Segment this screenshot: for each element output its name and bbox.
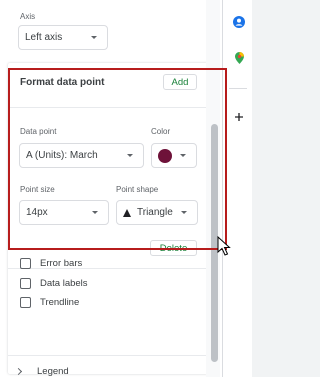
data-labels-label: Data labels [40, 278, 88, 289]
legend-section-header[interactable]: Legend [8, 366, 69, 377]
maps-pin-icon[interactable] [235, 52, 244, 64]
axis-select-value: Left axis [25, 32, 63, 43]
data-labels-option[interactable]: Data labels [20, 278, 88, 289]
highlight-box [8, 68, 227, 250]
error-bars-option[interactable]: Error bars [20, 258, 82, 269]
axis-select[interactable]: Left axis [18, 25, 108, 50]
error-bars-label: Error bars [40, 258, 83, 269]
trendline-option[interactable]: Trendline [20, 297, 79, 308]
dropdown-arrow-icon [91, 36, 97, 39]
divider [8, 355, 208, 356]
trendline-checkbox[interactable] [20, 297, 31, 308]
data-labels-checkbox[interactable] [20, 278, 31, 289]
trendline-label: Trendline [40, 297, 80, 308]
axis-label: Axis [20, 12, 36, 21]
legend-label: Legend [37, 366, 69, 377]
divider [229, 88, 247, 89]
user-icon[interactable] [233, 16, 245, 28]
error-bars-checkbox[interactable] [20, 258, 31, 269]
mouse-pointer-icon [217, 236, 231, 256]
plus-icon[interactable] [235, 113, 243, 121]
chevron-right-icon [14, 367, 23, 376]
